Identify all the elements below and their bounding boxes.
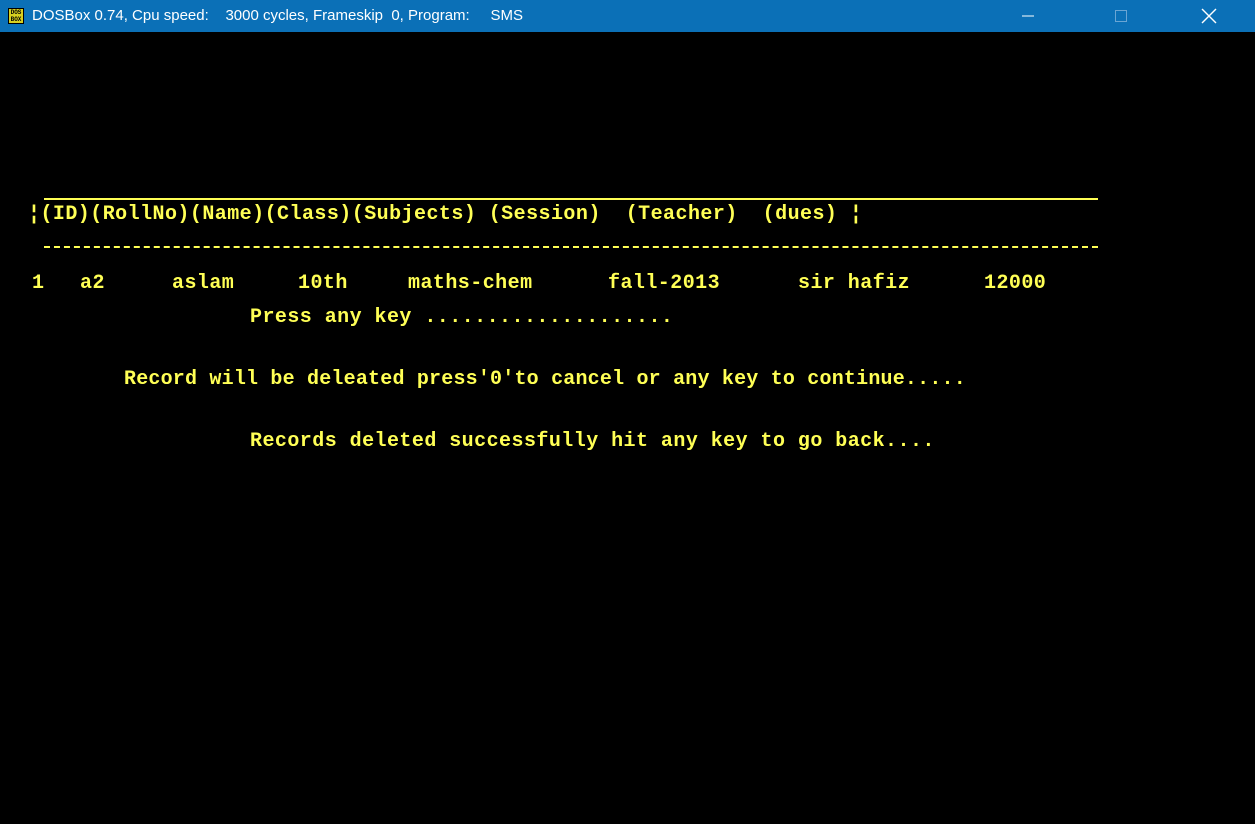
record-session: fall-2013 (608, 272, 721, 295)
maximize-button[interactable] (1098, 0, 1144, 32)
delete-confirm-message: Record will be deleated press'0'to cance… (124, 368, 966, 391)
record-class: 10th (298, 272, 348, 295)
minimize-button[interactable] (1005, 0, 1051, 32)
minimize-icon (1022, 15, 1034, 17)
press-any-key-prompt: Press any key .................... (250, 306, 674, 329)
record-name: aslam (172, 272, 235, 295)
maximize-icon (1115, 10, 1127, 22)
table-header-divider (44, 246, 1098, 248)
table-top-border (44, 198, 1098, 200)
record-id: 1 (32, 272, 45, 295)
record-roll-no: a2 (80, 272, 105, 295)
close-button[interactable] (1186, 0, 1232, 32)
table-header: ¦(ID)(RollNo)(Name)(Class)(Subjects) (Se… (28, 203, 863, 226)
record-teacher: sir hafiz (798, 272, 911, 295)
record-subjects: maths-chem (408, 272, 533, 295)
title-bar[interactable]: DOS BOX DOSBox 0.74, Cpu speed: 3000 cycl… (0, 0, 1255, 32)
delete-success-message: Records deleted successfully hit any key… (250, 430, 935, 453)
record-dues: 12000 (984, 272, 1047, 295)
dosbox-window: DOS BOX DOSBox 0.74, Cpu speed: 3000 cycl… (0, 0, 1255, 824)
window-title: DOSBox 0.74, Cpu speed: 3000 cycles, Fra… (32, 7, 524, 24)
dosbox-icon[interactable]: DOS BOX (8, 8, 24, 24)
close-icon (1201, 8, 1217, 24)
dos-screen[interactable]: ¦(ID)(RollNo)(Name)(Class)(Subjects) (Se… (0, 32, 1255, 824)
